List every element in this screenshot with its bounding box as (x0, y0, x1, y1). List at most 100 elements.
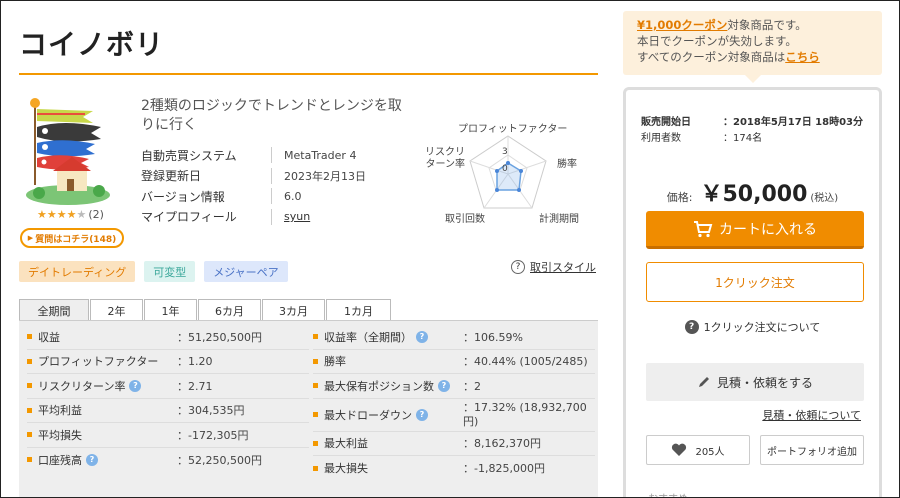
sale-meta: 販売開始日 ：2018年5月17日 18時03分 利用者数 ：174名 (641, 112, 863, 144)
stats-column-right: 収益率（全期間）? ：106.59% 勝率 ：40.44% (1005/2485… (313, 325, 595, 481)
add-to-cart-button[interactable]: カートに入れる (646, 211, 864, 249)
tag-variable[interactable]: 可変型 (144, 261, 196, 282)
like-button[interactable]: 205人 (646, 435, 750, 465)
tag-daytrading[interactable]: デイトレーディング (19, 261, 136, 282)
radar-label-count: 取引回数 (445, 214, 485, 225)
quote-about-link[interactable]: 見積・依頼について (762, 407, 861, 423)
stats-column-left: 収益 ：51,250,500円 プロフィットファクター ：1.20 リスクリター… (27, 325, 309, 472)
stat-label: 収益 (38, 329, 60, 345)
stat-value: ：-172,305円 (177, 428, 249, 442)
sale-start-label: 販売開始日 (641, 116, 691, 128)
page-frame: コイノボリ ★★★★★ (2) ▶ 質問はコチラ(148) 2種類のロジックでトレ… (0, 0, 900, 498)
bullet-icon (313, 412, 318, 417)
coupon-line-1-text: 対象商品です。 (727, 18, 807, 32)
info-value: 6.0 (284, 189, 302, 203)
like-count: 205人 (695, 446, 725, 458)
stat-row: 最大利益 ：8,162,370円 (313, 432, 595, 456)
info-separator (271, 167, 272, 184)
cart-icon (694, 220, 713, 237)
coupon-all-link[interactable]: こちら (785, 50, 820, 64)
one-click-order-button[interactable]: 1クリック注文 (646, 262, 864, 302)
one-click-about-label: 1クリック注文について (703, 321, 821, 334)
stat-row: 口座残高? ：52,250,500円 (27, 448, 309, 473)
bullet-icon (27, 432, 32, 438)
stat-value: ：52,250,500円 (177, 453, 262, 467)
stat-label: 最大損失 (324, 460, 368, 476)
stat-row: 最大損失 ：-1,825,000円 (313, 456, 595, 481)
profile-link[interactable]: syun (284, 210, 310, 223)
tab-2-years[interactable]: 2年 (90, 299, 143, 321)
stat-label-text: 最大損失 (324, 462, 368, 476)
tab-all-period[interactable]: 全期間 (19, 299, 89, 321)
price-label: 価格: (666, 191, 693, 204)
stat-label-text: リスクリターン率 (38, 379, 126, 393)
stats-panel: 収益 ：51,250,500円 プロフィットファクター ：1.20 リスクリター… (19, 320, 598, 497)
sale-start-value: ：2018年5月17日 18時03分 (723, 116, 864, 128)
radar-label-win: 勝率 (557, 159, 577, 170)
stat-label-text: 最大保有ポジション数 (324, 379, 434, 393)
stat-label-text: プロフィットファクター (38, 355, 159, 369)
radar-point (519, 169, 523, 173)
bullet-icon (313, 383, 318, 389)
stat-row: 収益率（全期間）? ：106.59% (313, 325, 595, 350)
help-icon[interactable]: ? (438, 379, 450, 392)
question-button[interactable]: ▶ 質問はコチラ(148) (20, 228, 124, 248)
stat-label: リスクリターン率? (38, 378, 142, 394)
stat-label-text: 最大ドローダウン (324, 408, 412, 422)
help-icon[interactable]: ? (416, 330, 428, 343)
users-row: 利用者数 ：174名 (641, 128, 863, 144)
help-icon[interactable]: ? (86, 453, 98, 466)
stat-row: プロフィットファクター ：1.20 (27, 350, 309, 374)
radar-label-period: 計測期間 (539, 214, 579, 225)
stat-value: ：304,535円 (177, 404, 245, 418)
price-value: ￥50,000 (700, 182, 808, 207)
price: 価格: ￥50,000 (税込) (626, 176, 879, 208)
one-click-about-link[interactable]: ? 1クリック注文について (626, 319, 879, 335)
tab-1-year[interactable]: 1年 (144, 299, 197, 321)
stat-value: ：106.59% (463, 330, 523, 344)
stat-label: 平均損失 (38, 427, 82, 443)
play-arrow-icon: ▶ (27, 234, 34, 242)
sale-start-row: 販売開始日 ：2018年5月17日 18時03分 (641, 112, 863, 128)
recommend-heading-cut: おすすめ (648, 490, 688, 497)
tag-major-pair[interactable]: メジャーペア (204, 261, 288, 282)
quote-request-label: 見積・依頼をする (716, 375, 813, 390)
product-info: 自動売買システム MetaTrader 4 登録更新日 2023年2月13日 バ… (141, 145, 366, 227)
coupon-link[interactable]: ¥1,000クーポン (637, 18, 727, 32)
add-portfolio-button[interactable]: ポートフォリオ追加 (760, 435, 864, 465)
help-icon[interactable]: ? (129, 379, 142, 392)
info-separator (271, 208, 272, 225)
help-icon[interactable]: ? (416, 408, 428, 421)
stat-value: ：2 (463, 379, 481, 393)
stat-label-text: 口座残高 (38, 453, 82, 467)
trade-style-link[interactable]: ? 取引スタイル (511, 259, 596, 275)
radar-point (517, 188, 521, 192)
radar-scale-max: 3 (502, 147, 508, 157)
info-label: 登録更新日 (141, 169, 202, 184)
stat-row: リスクリターン率? ：2.71 (27, 374, 309, 399)
tab-6-months[interactable]: 6カ月 (198, 299, 261, 321)
tab-1-month[interactable]: 1カ月 (326, 299, 391, 321)
page-title: コイノボリ (19, 28, 165, 61)
radar-point (495, 188, 499, 192)
users-label: 利用者数 (641, 132, 681, 144)
info-row-version: バージョン情報 6.0 (141, 186, 366, 207)
stat-label: 平均利益 (38, 402, 82, 418)
bullet-icon (27, 407, 32, 413)
period-tabs: 全期間 2年 1年 6カ月 3カ月 1カ月 (19, 299, 392, 321)
question-button-label: 質問はコチラ(148) (35, 234, 117, 245)
trade-style-label: 取引スタイル (530, 261, 596, 274)
quote-request-button[interactable]: 見積・依頼をする (646, 363, 864, 401)
pen-icon (698, 377, 709, 387)
radar-label-pf: プロフィットファクター (458, 124, 568, 135)
bullet-icon (313, 334, 318, 340)
bullet-icon (313, 440, 318, 446)
rating: ★★★★★ (2) (37, 208, 104, 221)
info-separator (271, 188, 272, 205)
stat-label-text: 勝率 (324, 355, 346, 369)
stat-label-text: 平均損失 (38, 428, 82, 442)
price-tax: (税込) (810, 193, 839, 204)
info-separator (271, 147, 272, 164)
stat-label: 最大保有ポジション数? (324, 378, 450, 394)
tab-3-months[interactable]: 3カ月 (262, 299, 325, 321)
